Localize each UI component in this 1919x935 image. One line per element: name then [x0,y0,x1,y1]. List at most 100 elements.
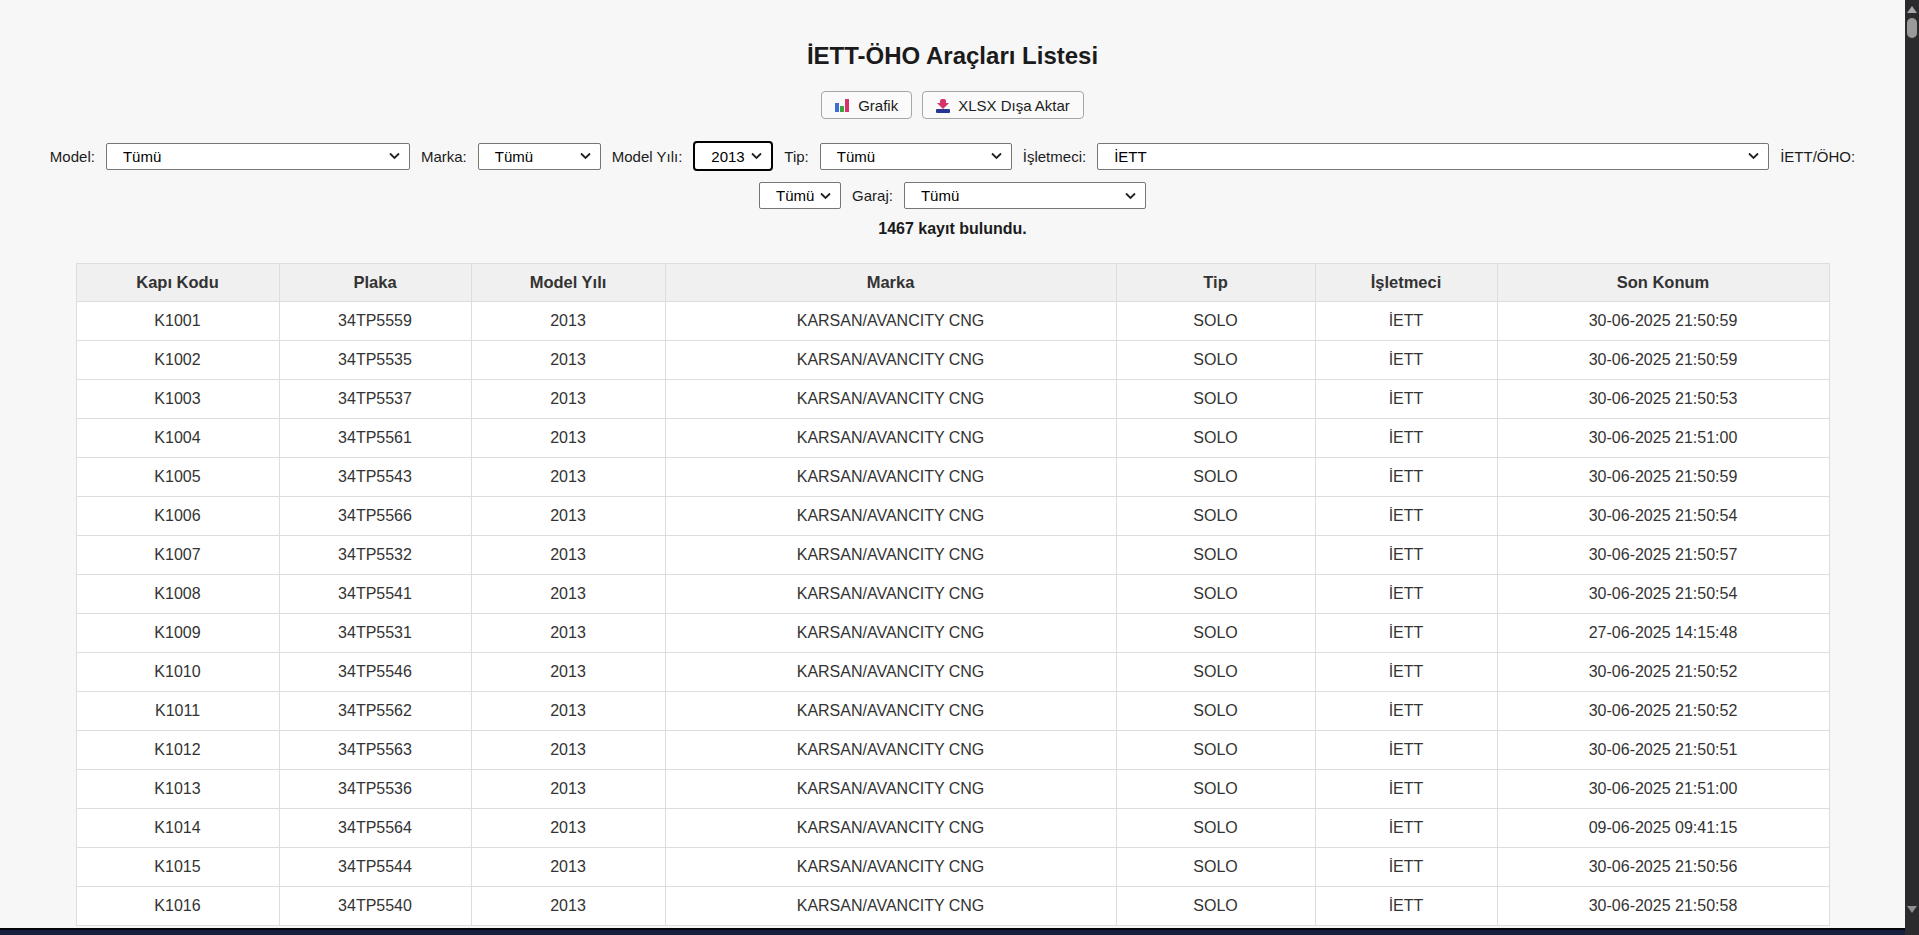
model-yili-label: Model Yılı: [612,148,683,165]
cell-tip: SOLO [1116,653,1315,692]
cell-plaka: 34TP5546 [279,653,471,692]
model-select[interactable]: Tümü [106,143,410,170]
tip-select[interactable]: Tümü [820,143,1012,170]
table-row: K1012 34TP5563 2013 KARSAN/AVANCITY CNG … [76,731,1829,770]
cell-kapi-kodu: K1004 [76,419,279,458]
cell-model-yili: 2013 [471,380,665,419]
cell-plaka: 34TP5531 [279,614,471,653]
cell-marka: KARSAN/AVANCITY CNG [665,419,1116,458]
column-header-marka: Marka [665,264,1116,302]
cell-marka: KARSAN/AVANCITY CNG [665,848,1116,887]
table-row: K1006 34TP5566 2013 KARSAN/AVANCITY CNG … [76,497,1829,536]
cell-tip: SOLO [1116,575,1315,614]
cell-kapi-kodu: K1009 [76,614,279,653]
table-row: K1001 34TP5559 2013 KARSAN/AVANCITY CNG … [76,302,1829,341]
page-title: İETT-ÖHO Araçları Listesi [0,42,1905,70]
cell-model-yili: 2013 [471,731,665,770]
tip-label: Tip: [784,148,808,165]
cell-son-konum: 30-06-2025 21:50:59 [1497,458,1829,497]
garaj-select-value: Tümü [921,187,959,204]
cell-plaka: 34TP5536 [279,770,471,809]
table-row: K1005 34TP5543 2013 KARSAN/AVANCITY CNG … [76,458,1829,497]
cell-kapi-kodu: K1008 [76,575,279,614]
model-yili-select[interactable]: 2013 [693,141,773,171]
cell-marka: KARSAN/AVANCITY CNG [665,341,1116,380]
bottom-bar [0,928,1905,935]
chevron-down-icon [751,153,762,160]
cell-tip: SOLO [1116,692,1315,731]
cell-model-yili: 2013 [471,419,665,458]
cell-isletmeci: İETT [1315,575,1497,614]
cell-marka: KARSAN/AVANCITY CNG [665,302,1116,341]
download-icon [936,98,950,113]
column-header-son-konum: Son Konum [1497,264,1829,302]
cell-model-yili: 2013 [471,497,665,536]
cell-kapi-kodu: K1002 [76,341,279,380]
toolbar: Grafik XLSX Dışa Aktar [0,91,1905,119]
cell-isletmeci: İETT [1315,731,1497,770]
scrollbar-down-arrow-icon[interactable] [1907,906,1917,913]
cell-tip: SOLO [1116,341,1315,380]
table-row: K1009 34TP5531 2013 KARSAN/AVANCITY CNG … [76,614,1829,653]
xlsx-export-button[interactable]: XLSX Dışa Aktar [922,91,1084,119]
filter-bar: Model: Tümü Marka: Tümü Model Yılı: 2013… [0,141,1905,209]
cell-isletmeci: İETT [1315,380,1497,419]
table-row: K1013 34TP5536 2013 KARSAN/AVANCITY CNG … [76,770,1829,809]
cell-kapi-kodu: K1010 [76,653,279,692]
column-header-kapi-kodu: Kapı Kodu [76,264,279,302]
cell-model-yili: 2013 [471,809,665,848]
cell-isletmeci: İETT [1315,809,1497,848]
grafik-button[interactable]: Grafik [821,91,912,119]
isletmeci-select[interactable]: İETT [1097,143,1769,170]
garaj-select[interactable]: Tümü [904,182,1146,209]
cell-son-konum: 30-06-2025 21:50:54 [1497,575,1829,614]
cell-plaka: 34TP5537 [279,380,471,419]
cell-isletmeci: İETT [1315,341,1497,380]
cell-son-konum: 09-06-2025 09:41:15 [1497,809,1829,848]
column-header-model-yili: Model Yılı [471,264,665,302]
chevron-down-icon [580,153,591,160]
cell-tip: SOLO [1116,809,1315,848]
cell-son-konum: 30-06-2025 21:51:00 [1497,419,1829,458]
cell-marka: KARSAN/AVANCITY CNG [665,536,1116,575]
scrollbar-up-arrow-icon[interactable] [1907,6,1917,13]
cell-kapi-kodu: K1014 [76,809,279,848]
cell-son-konum: 30-06-2025 21:50:53 [1497,380,1829,419]
bar-chart-icon [835,99,850,112]
cell-model-yili: 2013 [471,536,665,575]
iett-oho-select-value: Tümü [776,187,814,204]
cell-plaka: 34TP5540 [279,887,471,926]
cell-plaka: 34TP5544 [279,848,471,887]
cell-tip: SOLO [1116,614,1315,653]
cell-model-yili: 2013 [471,770,665,809]
cell-son-konum: 30-06-2025 21:50:57 [1497,536,1829,575]
grafik-button-label: Grafik [858,97,898,114]
scrollbar-thumb[interactable] [1907,18,1917,38]
chevron-down-icon [389,153,400,160]
cell-plaka: 34TP5543 [279,458,471,497]
cell-isletmeci: İETT [1315,653,1497,692]
chevron-down-icon [991,153,1002,160]
column-header-tip: Tip [1116,264,1315,302]
cell-model-yili: 2013 [471,653,665,692]
cell-plaka: 34TP5566 [279,497,471,536]
cell-son-konum: 30-06-2025 21:50:54 [1497,497,1829,536]
cell-isletmeci: İETT [1315,614,1497,653]
table-row: K1011 34TP5562 2013 KARSAN/AVANCITY CNG … [76,692,1829,731]
cell-tip: SOLO [1116,497,1315,536]
cell-marka: KARSAN/AVANCITY CNG [665,653,1116,692]
marka-select[interactable]: Tümü [478,143,601,170]
cell-plaka: 34TP5541 [279,575,471,614]
iett-oho-select[interactable]: Tümü [759,182,841,209]
cell-model-yili: 2013 [471,614,665,653]
table-row: K1015 34TP5544 2013 KARSAN/AVANCITY CNG … [76,848,1829,887]
cell-kapi-kodu: K1003 [76,380,279,419]
cell-marka: KARSAN/AVANCITY CNG [665,887,1116,926]
cell-model-yili: 2013 [471,848,665,887]
cell-kapi-kodu: K1006 [76,497,279,536]
vertical-scrollbar[interactable] [1905,0,1919,935]
filter-row-2: Tümü Garaj: Tümü [0,182,1905,209]
cell-tip: SOLO [1116,458,1315,497]
cell-isletmeci: İETT [1315,458,1497,497]
cell-model-yili: 2013 [471,458,665,497]
